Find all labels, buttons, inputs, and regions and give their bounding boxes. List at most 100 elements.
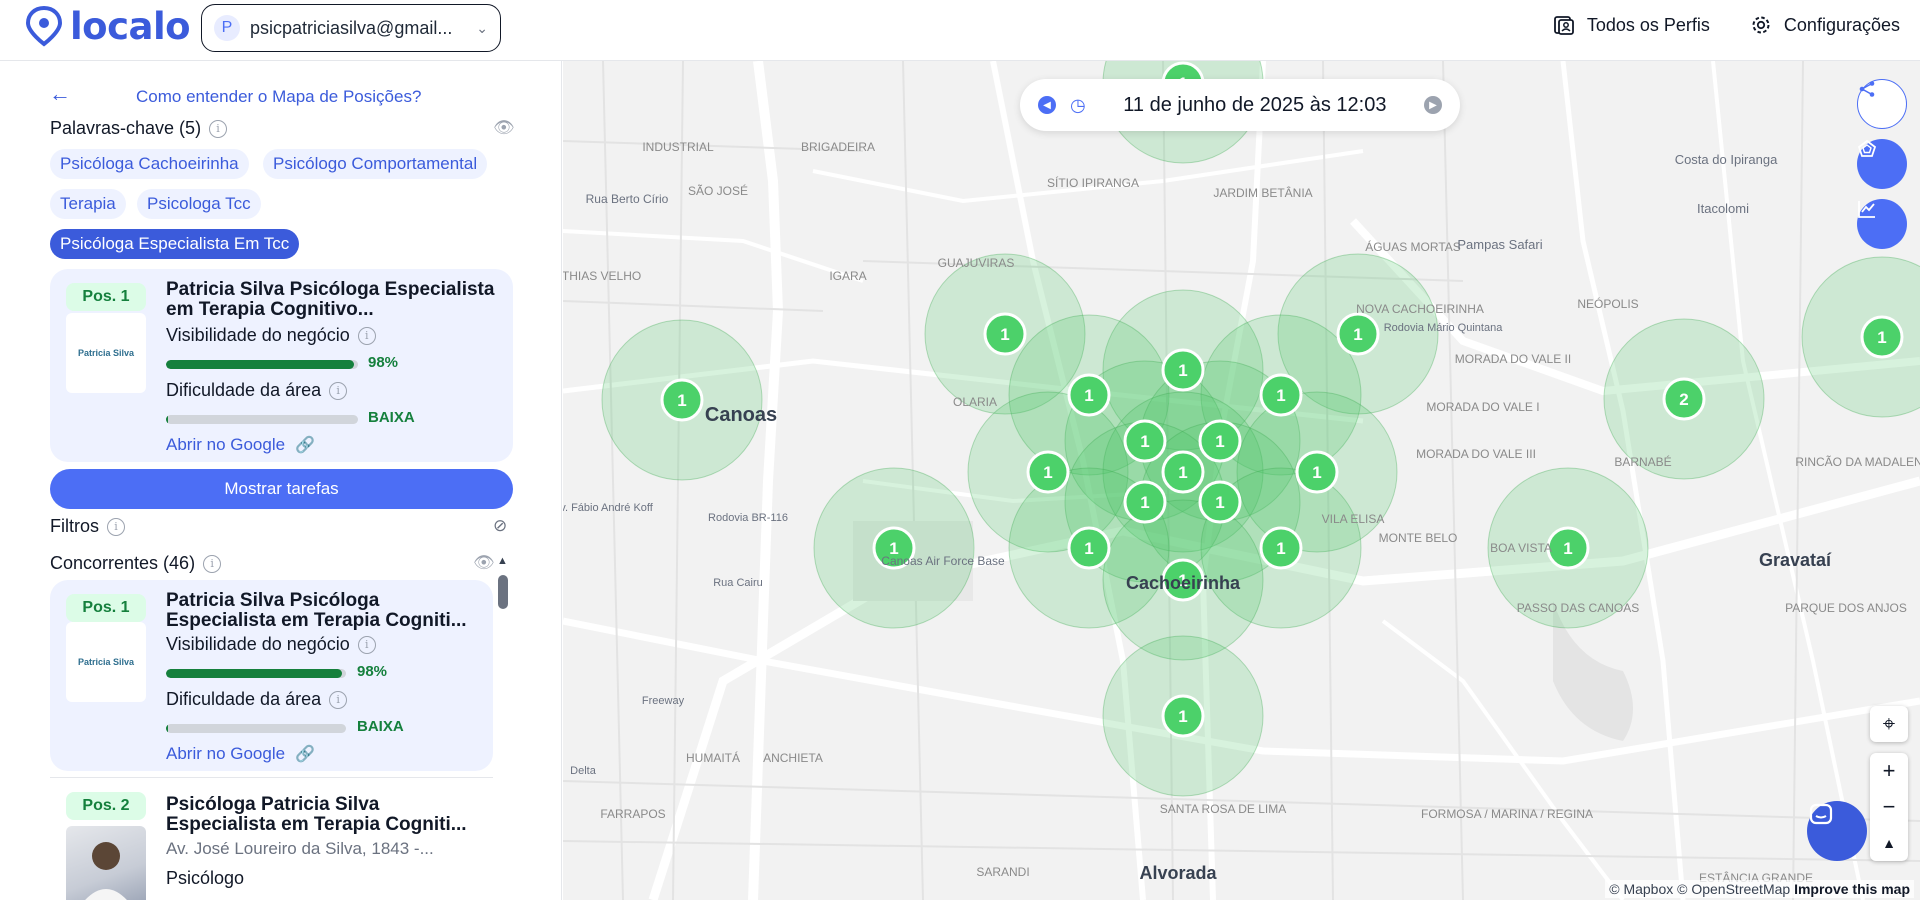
info-icon[interactable]: i: [329, 381, 348, 400]
difficulty-label: Dificuldade da área: [166, 380, 322, 400]
pentagon-icon: [1857, 139, 1877, 157]
open-google-link[interactable]: Abrir no Google 🔗: [166, 435, 315, 455]
eye-off-icon[interactable]: ⊘: [493, 516, 507, 536]
localo-logo[interactable]: localo: [22, 4, 191, 48]
account-email: psicpatriciasilva@gmail...: [250, 17, 453, 38]
map-pin[interactable]: 1: [1026, 450, 1070, 494]
place-label: Itacolomi: [1697, 201, 1749, 216]
gear-icon: [1752, 16, 1770, 34]
osm-attribution[interactable]: © OpenStreetMap: [1677, 881, 1790, 897]
filters-title: Filtros i: [50, 516, 125, 537]
info-icon[interactable]: i: [209, 119, 228, 138]
competitor-card[interactable]: Pos. 1 Patricia Silva Patricia Silva Psi…: [50, 580, 493, 771]
place-label: Alvorada: [1139, 863, 1217, 883]
position-map[interactable]: 1111211111111111111111 CanoasCachoeirinh…: [563, 61, 1920, 900]
place-label: BOA VISTA: [1490, 541, 1552, 555]
keyword-chip[interactable]: Terapia: [50, 189, 126, 219]
map-pin-rank: 1: [1215, 493, 1224, 512]
visibility-bar: [166, 669, 346, 678]
open-google-link[interactable]: Abrir no Google 🔗: [166, 744, 315, 764]
info-icon[interactable]: i: [357, 635, 376, 654]
eye-icon[interactable]: 👁: [493, 118, 515, 138]
difficulty-bar: [166, 724, 346, 733]
chat-support-button[interactable]: [1807, 801, 1867, 861]
place-label: ANCHIETA: [763, 751, 823, 765]
map-pin[interactable]: 1: [1259, 526, 1303, 570]
difficulty-bar-fill: [166, 724, 168, 733]
zoom-out-button[interactable]: −: [1870, 789, 1908, 825]
competitors-button[interactable]: [1857, 139, 1907, 189]
place-label: HUMAITÁ: [686, 750, 740, 765]
business-logo: Patricia Silva: [66, 622, 146, 702]
place-label: Gravataí: [1759, 550, 1832, 570]
map-pin[interactable]: 1: [1161, 694, 1205, 738]
map-pin[interactable]: 1: [1336, 312, 1380, 356]
all-profiles-link[interactable]: Todos os Perfis: [1553, 14, 1710, 36]
competitor-card[interactable]: Pos. 2 Psicóloga Patricia Silva Especial…: [50, 777, 493, 900]
next-date-button[interactable]: ▶: [1424, 96, 1442, 114]
settings-link[interactable]: Configurações: [1750, 14, 1900, 36]
map-pin[interactable]: 1: [1067, 526, 1111, 570]
map-pin[interactable]: 1: [1860, 315, 1904, 359]
difficulty-label: Dificuldade da área: [166, 689, 322, 709]
locate-me-icon[interactable]: ⌖: [1870, 706, 1908, 742]
keyword-chip[interactable]: Psicólogo Comportamental: [263, 149, 488, 179]
keyword-chip[interactable]: Psicologa Tcc: [137, 189, 261, 219]
place-label: MORADA DO VALE II: [1455, 352, 1571, 366]
map-pin[interactable]: 1: [983, 312, 1027, 356]
info-icon[interactable]: i: [203, 554, 222, 573]
map-pin[interactable]: 1: [1259, 373, 1303, 417]
keywords-title-text: Palavras-chave (5): [50, 118, 202, 138]
selected-business-card: Pos. 1 Patricia Silva Patricia Silva Psi…: [50, 269, 513, 462]
scroll-up-arrow-icon[interactable]: ▲: [497, 555, 508, 567]
map-pin[interactable]: 1: [1546, 526, 1590, 570]
place-label: SANTA ROSA DE LIMA: [1160, 802, 1286, 816]
zoom-in-button[interactable]: +: [1870, 753, 1908, 789]
map-pin[interactable]: 2: [1662, 377, 1706, 421]
place-label: Freeway: [642, 695, 685, 707]
place-label: IGARA: [829, 269, 866, 283]
account-avatar: P: [214, 15, 240, 41]
info-icon[interactable]: i: [357, 326, 376, 345]
business-logo: Patricia Silva: [66, 313, 146, 393]
map-pin[interactable]: 1: [1198, 480, 1242, 524]
map-pin[interactable]: 1: [1161, 348, 1205, 392]
line-chart-icon: [1858, 201, 1875, 218]
map-pin[interactable]: 1: [1295, 450, 1339, 494]
back-arrow-icon[interactable]: ←: [49, 81, 71, 107]
mapbox-attribution[interactable]: © Mapbox: [1609, 881, 1673, 897]
info-icon[interactable]: i: [329, 690, 348, 709]
share-button[interactable]: [1857, 79, 1907, 129]
scrollbar-thumb[interactable]: [498, 575, 508, 609]
history-clock-icon[interactable]: ◷: [1070, 95, 1086, 116]
eye-icon[interactable]: 👁: [473, 553, 495, 573]
competitors-title: Concorrentes (46) i: [50, 553, 222, 574]
map-pin-rank: 2: [1679, 390, 1688, 409]
place-label: NOVA CACHOEIRINHA: [1356, 302, 1484, 316]
place-label: MORADA DO VALE I: [1426, 400, 1539, 414]
chat-icon: [1809, 803, 1833, 825]
place-label: MORADA DO VALE III: [1416, 447, 1536, 461]
map-canvas[interactable]: 1111211111111111111111 CanoasCachoeirinh…: [563, 61, 1920, 900]
account-selector[interactable]: P psicpatriciasilva@gmail... ⌄: [201, 4, 501, 52]
map-pin-rank: 1: [1312, 463, 1321, 482]
info-icon[interactable]: i: [107, 517, 125, 536]
map-pin[interactable]: 1: [1123, 419, 1167, 463]
improve-map-link[interactable]: Improve this map: [1794, 881, 1910, 897]
pin-logo-icon: [25, 5, 63, 47]
help-link[interactable]: Como entender o Mapa de Posições?: [136, 87, 421, 107]
compass-reset-icon[interactable]: ▲: [1870, 825, 1908, 861]
place-label: Cachoeirinha: [1126, 573, 1241, 593]
map-pin[interactable]: 1: [660, 378, 704, 422]
keyword-chip[interactable]: Psicóloga Cachoeirinha: [50, 149, 249, 179]
map-pin-rank: 1: [1178, 463, 1187, 482]
map-pin-rank: 1: [1178, 707, 1187, 726]
map-pin[interactable]: 1: [1198, 419, 1242, 463]
map-pin[interactable]: 1: [1067, 373, 1111, 417]
map-pin[interactable]: 1: [1123, 480, 1167, 524]
previous-date-button[interactable]: ◀: [1038, 96, 1056, 114]
map-pin[interactable]: 1: [1161, 450, 1205, 494]
keyword-chip-active[interactable]: Psicóloga Especialista Em Tcc: [50, 229, 300, 259]
show-tasks-button[interactable]: Mostrar tarefas: [50, 469, 513, 509]
trends-button[interactable]: [1857, 199, 1907, 249]
